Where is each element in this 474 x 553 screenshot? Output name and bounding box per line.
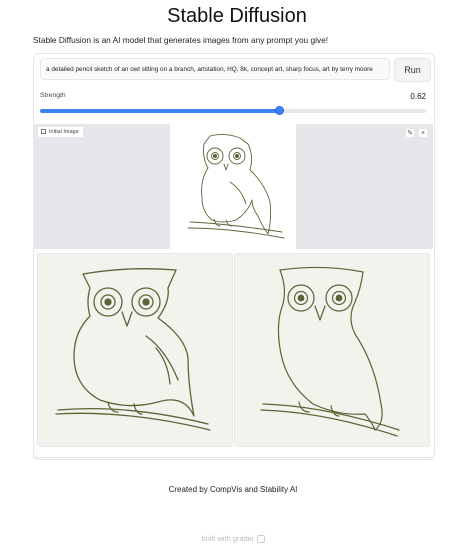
- run-button[interactable]: Run: [394, 58, 431, 82]
- strength-label: Strength: [40, 92, 66, 99]
- output-image-1[interactable]: [37, 253, 233, 447]
- strength-slider-fill: [40, 109, 280, 113]
- close-icon[interactable]: ×: [418, 128, 428, 138]
- strength-slider-block: Strength 0.62: [33, 88, 433, 118]
- strength-value[interactable]: 0.62: [410, 92, 426, 101]
- credit-text: Created by CompVis and Stability AI: [168, 485, 298, 494]
- pencil-icon[interactable]: ✎: [405, 128, 415, 138]
- divider: [33, 457, 433, 458]
- page-title: Stable Diffusion: [167, 5, 307, 27]
- page-description: Stable Diffusion is an AI model that gen…: [33, 35, 329, 45]
- prompt-row: a detailed pencil sketch of an owl sitti…: [40, 58, 431, 82]
- strength-slider-thumb[interactable]: [274, 106, 284, 115]
- strength-slider-track[interactable]: [40, 106, 426, 115]
- owl-sketch-2: [260, 266, 400, 437]
- prompt-input[interactable]: a detailed pencil sketch of an owl sitti…: [40, 58, 390, 80]
- initial-owl-sketch: [170, 124, 296, 249]
- gradio-logo-icon: [256, 535, 265, 544]
- footer[interactable]: built with gradio: [0, 534, 466, 544]
- output-image-2[interactable]: [234, 253, 430, 447]
- image-icon: [41, 129, 46, 135]
- owl-sketch-1: [55, 268, 211, 431]
- initial-image-label: Initial Image: [37, 126, 84, 138]
- initial-image-area[interactable]: Initial Image ✎ ×: [33, 124, 433, 249]
- initial-image-label-text: Initial Image: [49, 129, 79, 135]
- footer-text: built with gradio: [201, 534, 254, 543]
